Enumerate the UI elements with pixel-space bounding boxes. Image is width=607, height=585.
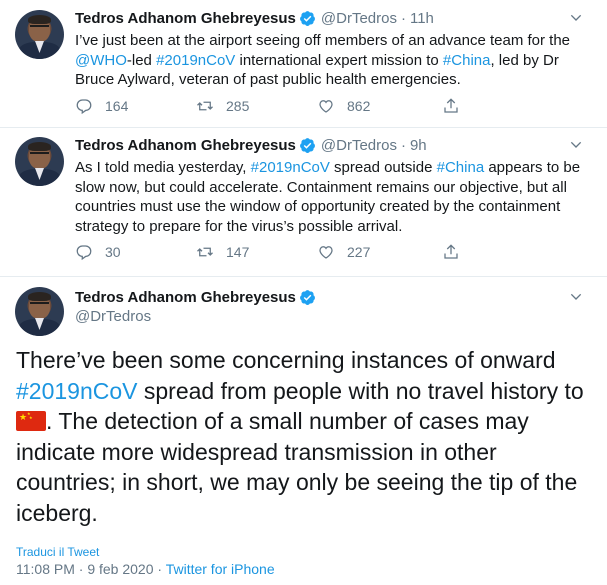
chevron-down-icon[interactable] — [568, 137, 584, 153]
share-button[interactable] — [442, 243, 460, 261]
avatar[interactable] — [15, 287, 64, 336]
share-icon — [444, 98, 458, 113]
chevron-down-icon[interactable] — [568, 289, 584, 305]
heart-icon — [319, 246, 333, 259]
translate-tweet-link[interactable]: Traduci il Tweet — [16, 545, 99, 559]
share-button[interactable] — [442, 97, 460, 115]
verified-badge-icon — [299, 290, 315, 305]
source-link[interactable]: Twitter for iPhone — [166, 561, 275, 577]
like-count: 227 — [347, 244, 371, 260]
retweet-button[interactable]: 285 — [196, 97, 317, 115]
author-handle[interactable]: @DrTedros — [321, 10, 397, 27]
retweet-icon — [197, 247, 213, 257]
tweet-2[interactable]: Tedros Adhanom Ghebreyesus @DrTedros · 9… — [0, 128, 607, 275]
mention-link[interactable]: @WHO — [75, 52, 127, 69]
like-button[interactable]: 862 — [317, 97, 442, 115]
retweet-button[interactable]: 147 — [196, 243, 317, 261]
tweet-1[interactable]: Tedros Adhanom Ghebreyesus @DrTedros · 1… — [0, 0, 607, 127]
verified-badge-icon — [299, 138, 315, 153]
retweet-count: 147 — [226, 244, 250, 260]
main-tweet-text: There’ve been some concerning instances … — [16, 347, 584, 526]
reply-icon — [76, 99, 92, 115]
tweet-text: I’ve just been at the airport seeing off… — [75, 32, 571, 88]
tweet-time[interactable]: 11h — [410, 10, 434, 27]
author-name[interactable]: Tedros Adhanom Ghebreyesus — [75, 10, 296, 27]
share-icon — [444, 244, 458, 259]
avatar[interactable] — [15, 10, 64, 59]
avatar[interactable] — [15, 137, 64, 186]
reply-icon — [76, 245, 92, 261]
hashtag-link[interactable]: #2019nCoV — [156, 52, 235, 69]
author-handle[interactable]: @DrTedros — [321, 137, 397, 154]
timestamp[interactable]: 11:08 PM · 9 feb 2020 · — [16, 561, 166, 577]
hashtag-link[interactable]: #2019nCoV — [251, 159, 330, 176]
china-flag-icon: ★ ★ ★ — [16, 411, 46, 431]
reply-button[interactable]: 30 — [75, 243, 196, 261]
reply-count: 164 — [105, 98, 129, 114]
heart-icon — [319, 100, 333, 113]
separator-dot: · — [400, 10, 406, 27]
author-handle[interactable]: @DrTedros — [75, 308, 151, 325]
reply-count: 30 — [105, 244, 121, 260]
like-button[interactable]: 227 — [317, 243, 442, 261]
retweet-count: 285 — [226, 98, 250, 114]
hashtag-link[interactable]: #2019nCoV — [16, 378, 138, 404]
hashtag-link[interactable]: #China — [443, 52, 491, 69]
separator-dot: · — [400, 137, 406, 154]
reply-button[interactable]: 164 — [75, 97, 196, 115]
like-count: 862 — [347, 98, 371, 114]
retweet-icon — [197, 101, 213, 111]
verified-badge-icon — [299, 11, 315, 26]
tweet-text: As I told media yesterday, #2019nCoV spr… — [75, 159, 581, 235]
author-name[interactable]: Tedros Adhanom Ghebreyesus — [75, 289, 296, 306]
tweet-footer: 11:08 PM · 9 feb 2020 · Twitter for iPho… — [16, 561, 275, 577]
hashtag-link[interactable]: #China — [437, 159, 485, 176]
chevron-down-icon[interactable] — [568, 10, 584, 26]
author-name[interactable]: Tedros Adhanom Ghebreyesus — [75, 137, 296, 154]
tweet-time[interactable]: 9h — [410, 137, 427, 154]
